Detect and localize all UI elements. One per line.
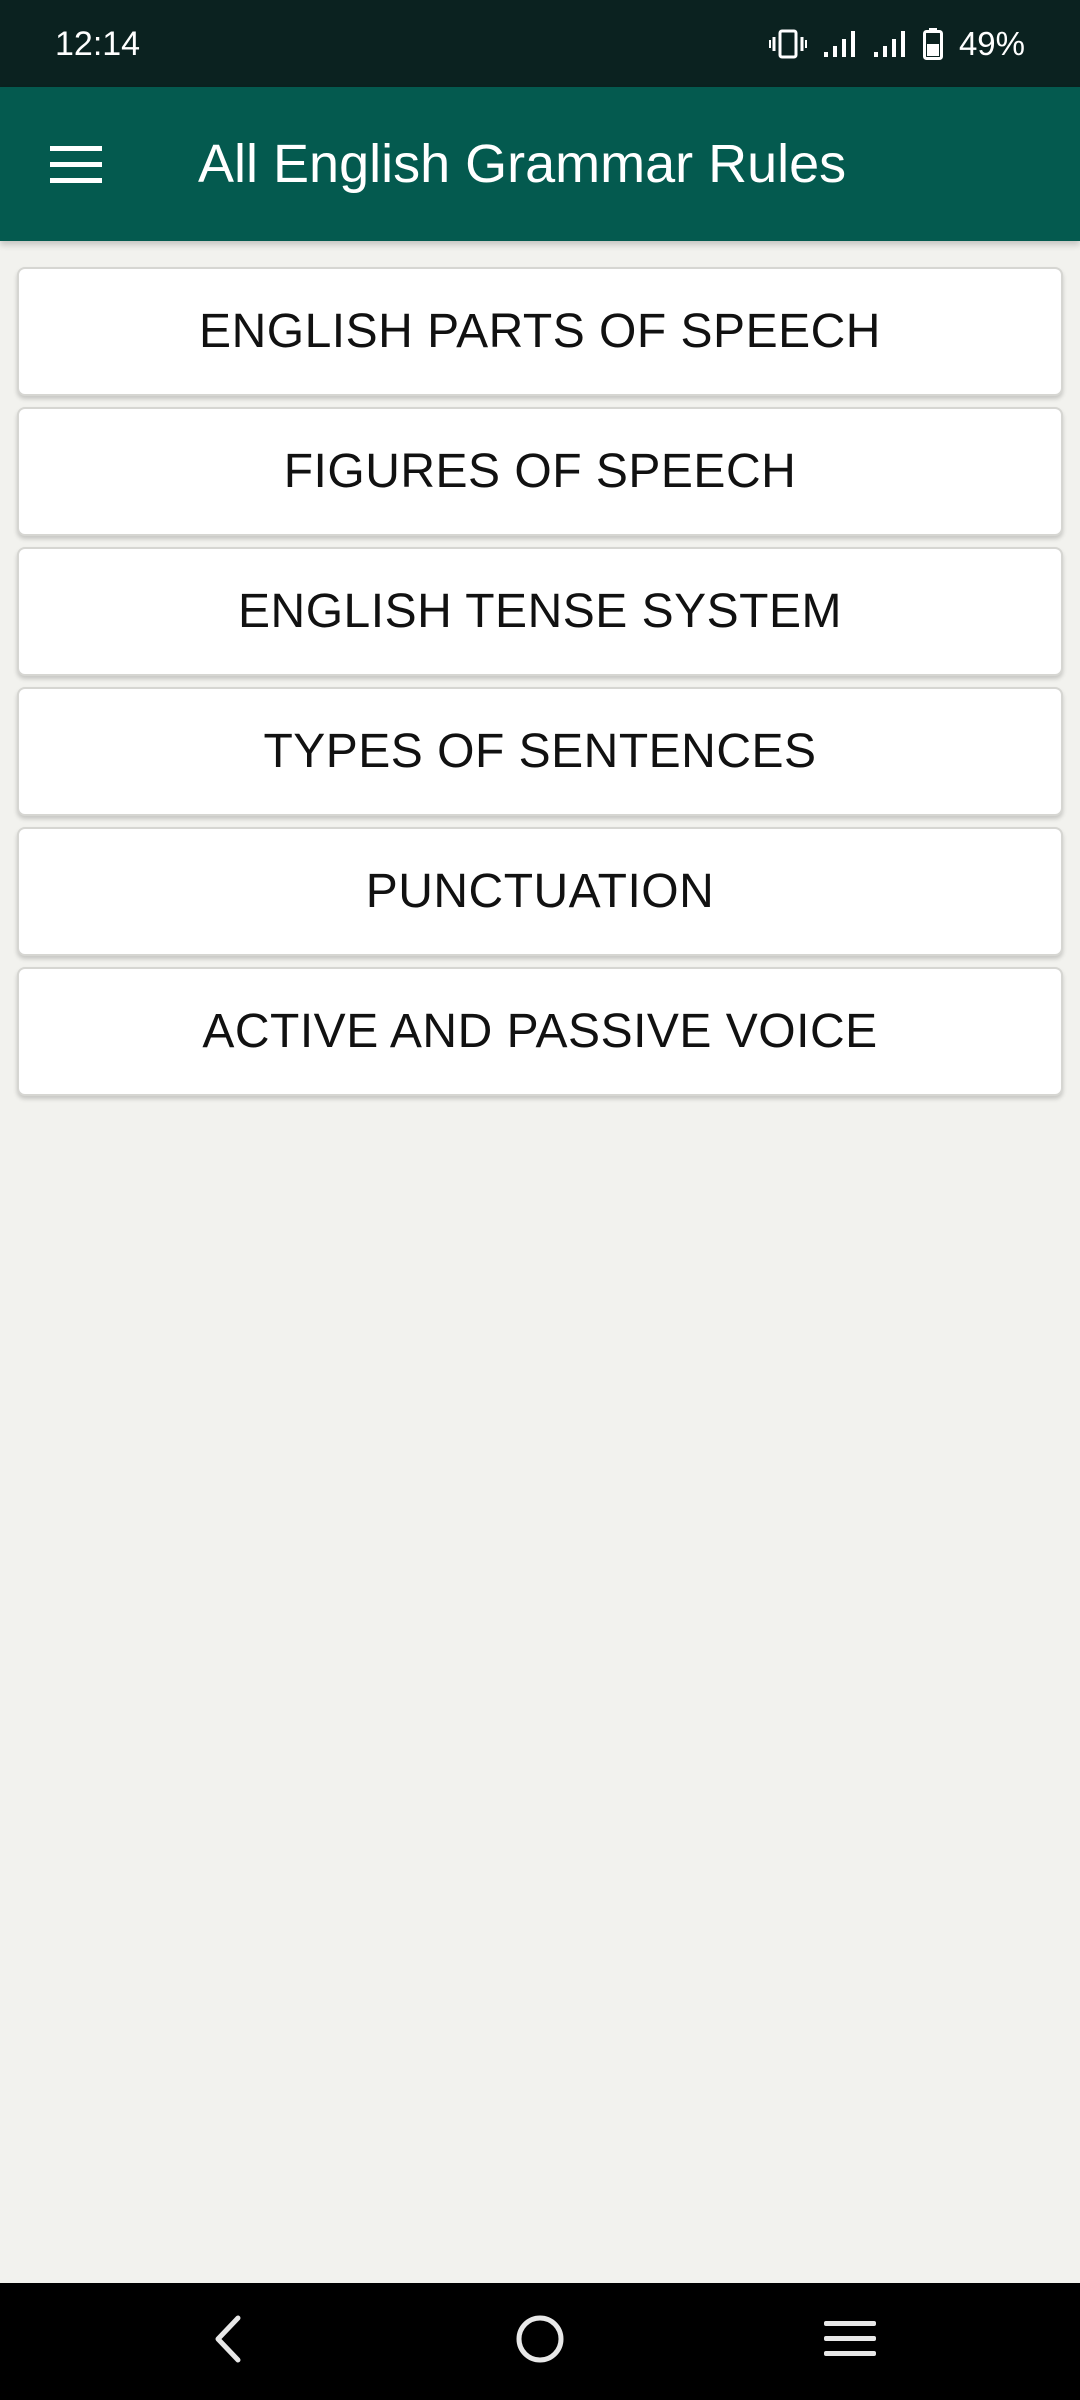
vibrate-icon xyxy=(768,29,807,59)
app-bar: All English Grammar Rules xyxy=(0,87,1080,241)
topic-button-types-of-sentences[interactable]: TYPES OF SENTENCES xyxy=(17,687,1063,816)
hamburger-menu-button[interactable] xyxy=(36,127,116,207)
battery-percent: 49% xyxy=(958,25,1025,62)
back-icon xyxy=(208,2314,248,2369)
home-button[interactable] xyxy=(460,2283,620,2400)
topic-button-punctuation[interactable]: PUNCTUATION xyxy=(17,827,1063,956)
topic-button-tense-system[interactable]: ENGLISH TENSE SYSTEM xyxy=(17,547,1063,676)
topic-button-active-passive-voice[interactable]: ACTIVE AND PASSIVE VOICE xyxy=(17,967,1063,1096)
hamburger-menu-icon xyxy=(50,145,102,189)
status-time: 12:14 xyxy=(55,25,141,63)
status-icons: 49% xyxy=(768,20,1025,68)
topic-list: ENGLISH PARTS OF SPEECH FIGURES OF SPEEC… xyxy=(17,267,1063,1107)
recents-button[interactable] xyxy=(770,2283,930,2400)
signal-icon xyxy=(823,29,857,59)
home-icon xyxy=(514,2313,566,2370)
topic-button-parts-of-speech[interactable]: ENGLISH PARTS OF SPEECH xyxy=(17,267,1063,396)
back-button[interactable] xyxy=(148,2283,308,2400)
recents-icon xyxy=(824,2319,876,2364)
page-title: All English Grammar Rules xyxy=(198,134,847,194)
system-nav-bar xyxy=(0,2283,1080,2400)
signal-icon xyxy=(873,29,907,59)
topic-button-figures-of-speech[interactable]: FIGURES OF SPEECH xyxy=(17,407,1063,536)
status-bar: 12:14 49% xyxy=(0,0,1080,87)
battery-icon xyxy=(922,28,943,60)
